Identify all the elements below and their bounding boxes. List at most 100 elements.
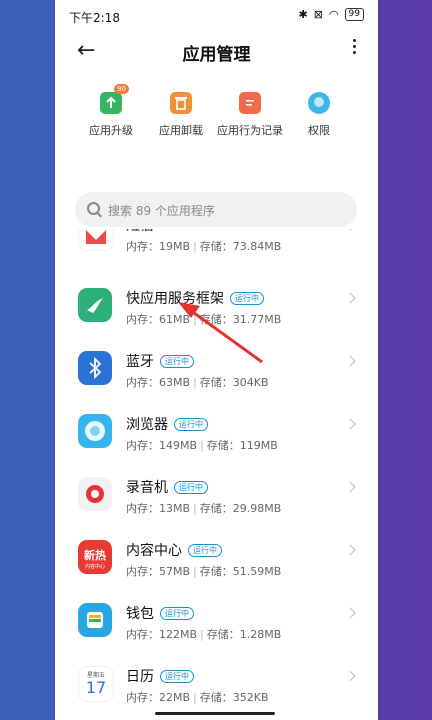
list-item[interactable]: 新热 内容中心 内容中心 运行中 内存：57MB | 存储：51.59MB xyxy=(55,532,378,595)
trash-icon xyxy=(170,92,192,114)
app-name-text: 内容中心 xyxy=(126,543,182,559)
close-box-icon: ⊠ xyxy=(313,8,323,21)
mem-label: 内存： xyxy=(126,502,159,515)
mem-value: 13MB xyxy=(159,502,191,515)
chevron-right-icon xyxy=(344,607,356,619)
app-meta: 内存：149MB | 存储：119MB xyxy=(126,439,278,452)
app-name: 内容中心 运行中 xyxy=(126,540,222,560)
list-item[interactable]: 蓝牙 运行中 内存：63MB | 存储：304KB xyxy=(55,343,378,406)
chevron-right-icon xyxy=(344,481,356,493)
content-center-icon: 新热 内容中心 xyxy=(78,540,112,574)
tool-app-upgrade[interactable]: 90 应用升级 xyxy=(89,84,133,138)
mem-label: 内存： xyxy=(126,376,159,389)
store-value: 51.59MB xyxy=(232,565,282,578)
tool-label: 应用升级 xyxy=(89,124,133,137)
app-name: 浏览器 运行中 xyxy=(126,414,208,434)
tool-behavior-record[interactable]: 应用行为记录 xyxy=(217,92,283,138)
app-name: 蓝牙 运行中 xyxy=(126,351,194,371)
document-icon xyxy=(239,92,261,114)
store-label: 存储： xyxy=(199,376,233,389)
running-badge: 运行中 xyxy=(174,481,208,494)
browser-icon xyxy=(78,414,112,448)
search-placeholder: 搜索 89 个应用程序 xyxy=(108,204,215,218)
upload-icon: 90 xyxy=(100,84,129,114)
wallet-icon xyxy=(78,603,112,637)
quick-app-icon xyxy=(78,288,112,322)
store-value: 31.77MB xyxy=(232,313,282,326)
store-label: 存储： xyxy=(206,439,240,452)
status-time: 下午2:18 xyxy=(69,11,120,25)
calendar-icon: 星期五 17 xyxy=(78,666,114,702)
app-meta: 内存：122MB | 存储：1.28MB xyxy=(126,628,282,641)
bluetooth-icon: ✱ xyxy=(298,8,308,21)
app-name-text: 录音机 xyxy=(126,480,168,496)
app-meta: 内存：61MB | 存储：31.77MB xyxy=(126,313,282,326)
store-label: 存储： xyxy=(199,502,233,515)
home-indicator[interactable] xyxy=(155,712,275,715)
chevron-right-icon xyxy=(344,418,356,430)
running-badge: 运行中 xyxy=(174,418,208,431)
list-item[interactable]: 快应用服务框架 运行中 内存：61MB | 存储：31.77MB xyxy=(55,280,378,343)
shield-person-icon xyxy=(308,92,330,114)
search-icon xyxy=(87,202,100,215)
tool-permissions[interactable]: 权限 xyxy=(308,92,330,138)
mem-label: 内存： xyxy=(126,565,159,578)
search-input[interactable]: 搜索 89 个应用程序 xyxy=(75,192,357,227)
app-meta: 内存：63MB | 存储：304KB xyxy=(126,376,269,389)
status-bar: 下午2:18 ✱ ⊠ ◠ 99 xyxy=(55,0,378,34)
list-item[interactable]: 星期五 17 日历 运行中 内存：22MB | 存储：352KB xyxy=(55,658,378,720)
mem-value: 22MB xyxy=(159,691,191,704)
battery-icon: 99 xyxy=(344,8,364,21)
recorder-icon xyxy=(78,477,112,511)
app-list: 短信 内存：19MB|存储：73.84MB 快应用服务框架运行中 内存：61MB… xyxy=(55,229,378,720)
mem-value: 63MB xyxy=(159,376,191,389)
icon-text-small: 内容中心 xyxy=(84,564,105,570)
app-name-text: 蓝牙 xyxy=(126,354,154,370)
store-value: 29.98MB xyxy=(232,502,282,515)
list-item[interactable]: 短信 内存：19MB|存储：73.84MB xyxy=(55,229,378,270)
running-badge: 运行中 xyxy=(160,355,194,368)
chevron-right-icon xyxy=(344,292,356,304)
app-name-text: 钱包 xyxy=(126,606,154,622)
tool-label: 应用卸载 xyxy=(159,124,203,137)
app-name-text: 日历 xyxy=(126,669,154,685)
page-title: 应用管理 xyxy=(182,45,251,65)
app-name: 录音机 运行中 xyxy=(126,477,208,497)
mem-label: 内存： xyxy=(126,439,159,452)
store-label: 存储： xyxy=(199,691,233,704)
store-value: 304KB xyxy=(232,376,269,389)
store-label: 存储： xyxy=(206,628,240,641)
app-header: ← 应用管理 xyxy=(55,34,378,68)
list-item[interactable]: 钱包 运行中 内存：122MB | 存储：1.28MB xyxy=(55,595,378,658)
sms-icon xyxy=(78,229,114,251)
store-value: 119MB xyxy=(239,439,278,452)
phone-screen: 下午2:18 ✱ ⊠ ◠ 99 ← 应用管理 90 应用升级 应用卸载 应用行为… xyxy=(55,0,378,720)
store-value: 1.28MB xyxy=(239,628,282,641)
mem-label: 内存： xyxy=(126,691,159,704)
mem-value: 61MB xyxy=(159,313,191,326)
chevron-right-icon xyxy=(344,670,356,682)
chevron-right-icon xyxy=(344,544,356,556)
store-value: 352KB xyxy=(232,691,269,704)
app-name-text: 快应用服务框架 xyxy=(126,291,224,307)
running-badge: 运行中 xyxy=(230,292,264,305)
status-icons: ✱ ⊠ ◠ 99 xyxy=(298,8,364,21)
more-options-icon[interactable] xyxy=(353,36,356,57)
app-name: 日历 运行中 xyxy=(126,666,194,686)
tool-label: 权限 xyxy=(308,124,330,137)
app-name: 短信 xyxy=(126,229,154,235)
app-meta: 内存：22MB | 存储：352KB xyxy=(126,691,269,704)
running-badge: 运行中 xyxy=(160,670,194,683)
calendar-day: 17 xyxy=(85,678,107,697)
app-name: 钱包 运行中 xyxy=(126,603,194,623)
tool-label: 应用行为记录 xyxy=(217,124,283,137)
list-item[interactable]: 录音机 运行中 内存：13MB | 存储：29.98MB xyxy=(55,469,378,532)
tool-app-uninstall[interactable]: 应用卸载 xyxy=(159,92,203,138)
running-badge: 运行中 xyxy=(160,607,194,620)
app-meta: 内存：13MB | 存储：29.98MB xyxy=(126,502,282,515)
store-value: 73.84MB xyxy=(232,240,282,253)
list-item[interactable]: 浏览器 运行中 内存：149MB | 存储：119MB xyxy=(55,406,378,469)
mem-value: 122MB xyxy=(159,628,198,641)
app-name: 快应用服务框架 运行中 xyxy=(126,288,264,308)
chevron-right-icon xyxy=(344,355,356,367)
